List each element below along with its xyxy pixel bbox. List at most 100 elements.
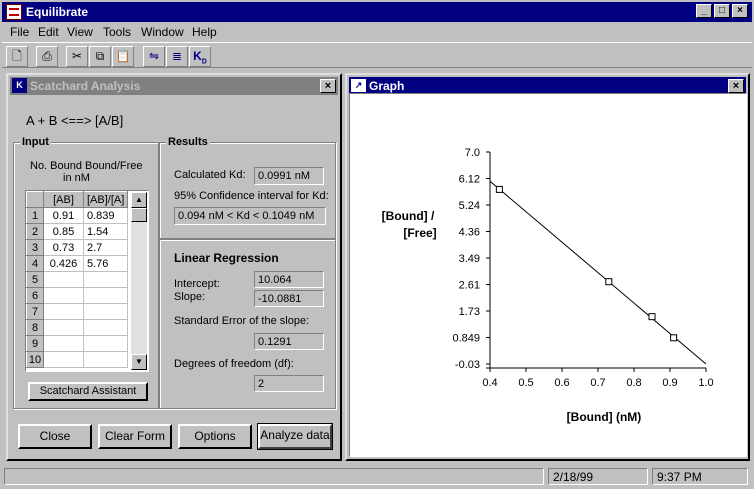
data-point bbox=[495, 185, 503, 193]
minimize-button[interactable]: _ bbox=[696, 4, 712, 18]
table-corner bbox=[26, 191, 44, 208]
row-header[interactable]: 3 bbox=[26, 239, 44, 256]
kd-icon[interactable]: KD bbox=[189, 46, 211, 67]
menu-help[interactable]: Help bbox=[192, 25, 217, 39]
cell-ab[interactable]: 0.85 bbox=[43, 223, 84, 240]
cell-ratio[interactable] bbox=[82, 287, 129, 304]
y-tick-label: 2.61 bbox=[459, 280, 480, 292]
scatchard-chart: 7.0 6.12 5.24 4.36 3.49 2.61 1.73 0.849 -0.03 0.… bbox=[382, 147, 714, 424]
y-tick-label: 1.73 bbox=[459, 306, 480, 318]
column-header-ratio[interactable]: [AB]/[A] bbox=[82, 191, 129, 208]
x-tick-label: 1.0 bbox=[698, 377, 713, 389]
se-value: 0.1291 bbox=[254, 333, 324, 350]
kd-label: Calculated Kd: bbox=[174, 169, 246, 181]
menu-file[interactable]: File bbox=[10, 25, 29, 39]
results-group-label: Results bbox=[166, 136, 210, 148]
graph-window-icon: ↗ bbox=[351, 79, 366, 92]
x-tick-label: 0.4 bbox=[482, 377, 497, 389]
y-tick-label: 5.24 bbox=[459, 200, 480, 212]
app-icon bbox=[6, 4, 22, 20]
menu-edit[interactable]: Edit bbox=[38, 25, 59, 39]
equilibrium-table-icon[interactable]: ≣ bbox=[166, 46, 188, 67]
row-header[interactable]: 6 bbox=[26, 287, 44, 304]
menu-tools[interactable]: Tools bbox=[103, 25, 131, 39]
scroll-up-icon[interactable]: ▲ bbox=[131, 192, 147, 208]
paste-icon[interactable]: 📋 bbox=[112, 46, 134, 67]
status-message bbox=[4, 468, 544, 485]
row-header[interactable]: 9 bbox=[26, 335, 44, 352]
scatchard-close-icon[interactable]: × bbox=[320, 79, 336, 93]
scatchard-title: Scatchard Analysis bbox=[30, 79, 141, 93]
cell-ratio[interactable] bbox=[82, 335, 129, 352]
scroll-down-icon[interactable]: ▼ bbox=[131, 354, 147, 370]
intercept-label: Intercept: bbox=[174, 278, 220, 290]
x-tick-label: 0.8 bbox=[626, 377, 641, 389]
cell-ab[interactable] bbox=[43, 287, 84, 304]
y-tick-label: 3.49 bbox=[459, 253, 480, 265]
cell-ab[interactable]: 0.426 bbox=[43, 255, 84, 272]
input-table[interactable]: [AB] [AB]/[A] 1 0.91 0.839 2 0.85 1.54 3 0.73… bbox=[25, 190, 149, 372]
cell-ratio[interactable]: 5.76 bbox=[82, 255, 129, 272]
row-header[interactable]: 5 bbox=[26, 271, 44, 288]
df-value: 2 bbox=[254, 375, 324, 392]
cell-ab[interactable] bbox=[43, 303, 84, 320]
print-icon[interactable]: ⎙ bbox=[36, 46, 58, 67]
table-header-row: [AB] [AB]/[A] bbox=[26, 191, 129, 208]
cell-ab[interactable] bbox=[43, 351, 84, 368]
cell-ratio[interactable] bbox=[82, 303, 129, 320]
input-group-label: Input bbox=[20, 136, 51, 148]
table-row: 3 0.73 2.7 bbox=[26, 239, 129, 256]
cell-ab[interactable]: 0.73 bbox=[43, 239, 84, 256]
row-header[interactable]: 1 bbox=[26, 207, 44, 224]
regression-label: Linear Regression bbox=[174, 251, 279, 265]
new-file-icon[interactable]: 🗋 bbox=[6, 46, 28, 67]
intercept-value: 10.064 bbox=[254, 271, 324, 288]
row-header[interactable]: 8 bbox=[26, 319, 44, 336]
row-header[interactable]: 7 bbox=[26, 303, 44, 320]
cut-icon[interactable]: ✂ bbox=[66, 46, 88, 67]
statusbar: 2/18/99 9:37 PM bbox=[2, 466, 752, 486]
scatchard-titlebar: K Scatchard Analysis × bbox=[10, 77, 338, 95]
cell-ratio[interactable] bbox=[82, 319, 129, 336]
menu-view[interactable]: View bbox=[67, 25, 93, 39]
row-header[interactable]: 10 bbox=[26, 351, 44, 368]
cell-ratio[interactable]: 1.54 bbox=[82, 223, 129, 240]
cell-ab[interactable]: 0.91 bbox=[43, 207, 84, 224]
se-label: Standard Error of the slope: bbox=[174, 315, 310, 327]
cell-ab[interactable] bbox=[43, 271, 84, 288]
scatchard-assistant-button[interactable]: Scatchard Assistant bbox=[28, 382, 148, 401]
copy-icon[interactable]: ⧉ bbox=[89, 46, 111, 67]
input-header-line2: in nM bbox=[63, 172, 90, 184]
cell-ratio[interactable]: 2.7 bbox=[82, 239, 129, 256]
ci-label: 95% Confidence interval for Kd: bbox=[174, 190, 329, 202]
scatchard-window: K Scatchard Analysis × A + B <==> [A/B] … bbox=[6, 73, 342, 461]
slope-label: Slope: bbox=[174, 291, 206, 303]
cell-ratio[interactable] bbox=[82, 351, 129, 368]
scroll-thumb[interactable] bbox=[131, 208, 147, 222]
x-axis-label: [Bound] (nM) bbox=[567, 410, 642, 424]
analyze-data-button[interactable]: Analyze data bbox=[257, 423, 333, 450]
y-tick-label: 0.849 bbox=[452, 333, 480, 345]
clear-form-button[interactable]: Clear Form bbox=[98, 424, 172, 449]
menubar: File Edit View Tools Window Help bbox=[2, 23, 752, 41]
graph-close-icon[interactable]: × bbox=[728, 79, 744, 93]
menu-window[interactable]: Window bbox=[141, 25, 184, 39]
slope-value: -10.0881 bbox=[254, 290, 324, 307]
maximize-button[interactable]: □ bbox=[714, 4, 730, 18]
row-header[interactable]: 2 bbox=[26, 223, 44, 240]
cell-ab[interactable] bbox=[43, 319, 84, 336]
equilibrium-icon[interactable]: ⇋ bbox=[143, 46, 165, 67]
column-header-ab[interactable]: [AB] bbox=[43, 191, 84, 208]
y-tick-label: 4.36 bbox=[459, 227, 480, 239]
options-button[interactable]: Options bbox=[178, 424, 252, 449]
cell-ab[interactable] bbox=[43, 335, 84, 352]
close-button[interactable]: Close bbox=[18, 424, 92, 449]
cell-ratio[interactable]: 0.839 bbox=[82, 207, 129, 224]
close-app-button[interactable]: × bbox=[732, 4, 748, 18]
table-row: 9 bbox=[26, 335, 129, 352]
y-tick-label: 6.12 bbox=[459, 174, 480, 186]
cell-ratio[interactable] bbox=[82, 271, 129, 288]
toolbar: 🗋 ⎙ ✂ ⧉ 📋 ⇋ ≣ KD bbox=[2, 42, 752, 68]
table-scrollbar[interactable]: ▲ ▼ bbox=[131, 192, 147, 370]
row-header[interactable]: 4 bbox=[26, 255, 44, 272]
